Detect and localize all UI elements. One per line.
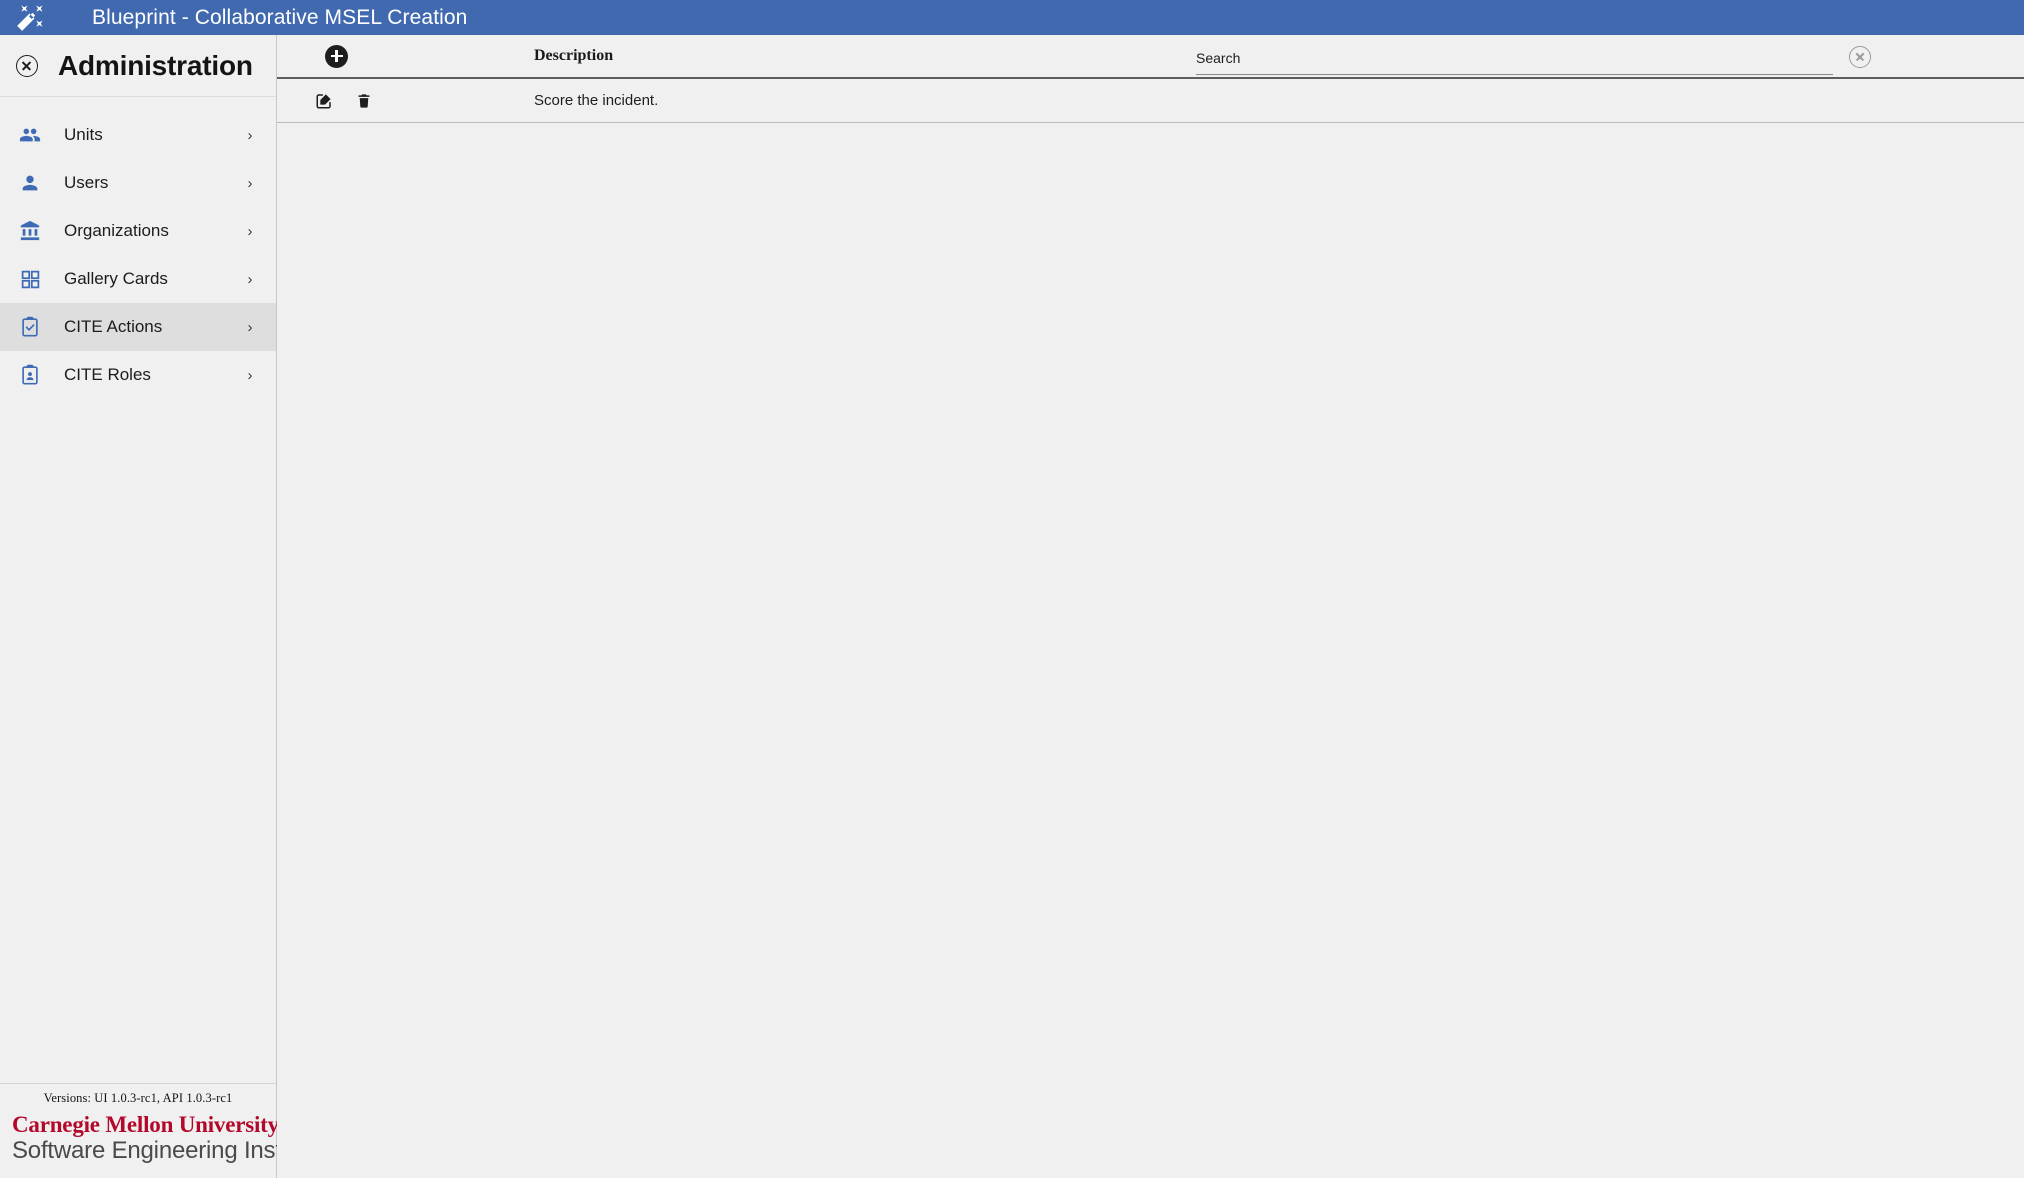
close-circle-icon[interactable] — [16, 54, 38, 77]
search-area — [1196, 35, 2024, 78]
sidebar-footer: Versions: UI 1.0.3-rc1, API 1.0.3-rc1 Ca… — [0, 1082, 327, 1178]
app-title: Blueprint - Collaborative MSEL Creation — [92, 5, 468, 29]
chevron-right-icon[interactable]: › — [238, 223, 262, 240]
cmu-sei-logo: Carnegie Mellon University Software Engi… — [0, 1106, 327, 1178]
chevron-right-icon[interactable]: › — [238, 175, 262, 192]
sidebar-item-label: Users — [64, 173, 109, 192]
main-content: Description Score the incident. — [277, 35, 2024, 1178]
sidebar-item-label: Gallery Cards — [64, 269, 168, 288]
sidebar-item-label: CITE Actions — [64, 317, 163, 336]
sidebar-item-gallery-cards[interactable]: Gallery Cards › — [0, 255, 276, 303]
edit-square-icon[interactable] — [314, 91, 334, 111]
person-icon — [16, 169, 44, 197]
row-actions — [277, 91, 534, 111]
page-title: Administration — [58, 49, 253, 81]
sidebar-item-cite-roles[interactable]: CITE Roles › — [0, 351, 276, 399]
sidebar-item-label: Units — [64, 125, 103, 144]
version-text: Versions: UI 1.0.3-rc1, API 1.0.3-rc1 — [43, 1090, 233, 1105]
sidebar: Administration Units › Users › Organizat… — [0, 35, 327, 1178]
sidebar-item-users[interactable]: Users › — [0, 159, 276, 207]
cmu-logo-line2: Software Engineering Institute — [12, 1136, 327, 1164]
search-input[interactable] — [1196, 50, 1833, 69]
clipboard-check-icon — [16, 313, 44, 341]
cmu-logo-line1: Carnegie Mellon University — [12, 1111, 279, 1137]
clipboard-person-icon — [16, 361, 44, 389]
add-circle-icon[interactable] — [325, 44, 348, 68]
app-bar: Blueprint - Collaborative MSEL Creation — [0, 0, 2024, 35]
row-description: Score the incident. — [534, 92, 659, 109]
sidebar-nav: Units › Users › Organizations › Gallery … — [0, 97, 276, 399]
sidebar-header: Administration — [0, 35, 276, 97]
sidebar-item-organizations[interactable]: Organizations › — [0, 207, 276, 255]
search-field — [1196, 41, 1833, 75]
account-balance-icon — [16, 217, 44, 245]
add-cell — [277, 44, 534, 68]
sidebar-item-label: CITE Roles — [64, 365, 151, 384]
table-header: Description — [277, 35, 2024, 79]
dashboard-grid-icon — [16, 265, 44, 293]
trash-icon[interactable] — [354, 91, 374, 111]
sidebar-item-label: Organizations — [64, 221, 169, 240]
chevron-right-icon[interactable]: › — [238, 127, 262, 144]
chevron-right-icon[interactable]: › — [238, 367, 262, 384]
sidebar-item-cite-actions[interactable]: CITE Actions › — [0, 303, 276, 351]
clear-circle-icon[interactable] — [1849, 46, 1871, 68]
groups-icon — [16, 121, 44, 149]
chevron-right-icon[interactable]: › — [238, 271, 262, 288]
chevron-right-icon[interactable]: › — [238, 319, 262, 336]
auto-fix-wand-icon[interactable] — [12, 3, 48, 33]
sidebar-item-units[interactable]: Units › — [0, 111, 276, 159]
column-header-description: Description — [534, 47, 614, 64]
search-underline — [1196, 74, 1833, 75]
table-row[interactable]: Score the incident. — [277, 79, 2024, 123]
